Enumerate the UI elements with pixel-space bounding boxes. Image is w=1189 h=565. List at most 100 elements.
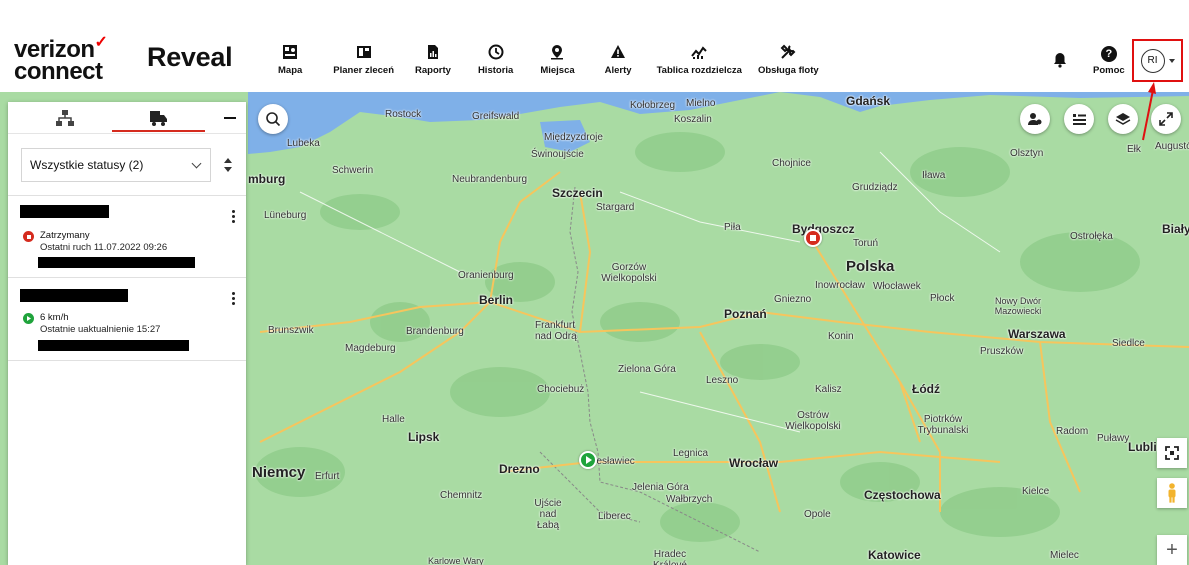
driver-button[interactable] <box>1020 104 1050 134</box>
map-label: Poznań <box>724 307 767 321</box>
vehicle-tab-icon[interactable] <box>148 108 168 128</box>
status-filter-select[interactable]: Wszystkie statusy (2) <box>21 148 211 182</box>
nav-alerts[interactable]: Alerty <box>605 44 632 76</box>
list-item[interactable]: Zatrzymany Ostatni ruch 11.07.2022 09:26 <box>8 196 246 278</box>
chevron-down-icon <box>191 158 202 169</box>
stopped-vehicle-marker[interactable] <box>804 229 822 247</box>
help-button[interactable]: ? Pomoc <box>1093 46 1125 76</box>
map-layers-button[interactable] <box>1108 104 1138 134</box>
map-label: Łódź <box>912 382 940 396</box>
map-label: Chemnitz <box>440 490 483 501</box>
map-label: Ujście nad Łabą <box>534 498 562 531</box>
stopped-status-icon <box>23 231 34 242</box>
dashboard-icon <box>691 46 707 59</box>
app-root: verizon✓ connect Reveal Mapa Planer zlec… <box>0 0 1189 565</box>
map-label: Nowy Dwór Mazowiecki <box>994 296 1042 316</box>
person-pin-icon <box>1028 113 1042 125</box>
user-menu-button[interactable]: RI <box>1132 39 1183 82</box>
map-label: Halle <box>382 414 405 425</box>
recenter-button[interactable] <box>1157 438 1187 468</box>
stop-icon <box>810 235 816 241</box>
map-label: Świnoujście <box>531 149 584 160</box>
map-label: Polska <box>846 258 895 275</box>
map-search-button[interactable] <box>258 104 288 134</box>
map-label: Kielce <box>1022 486 1050 497</box>
status-filter-value: Wszystkie statusy (2) <box>30 158 144 172</box>
map-label: Gorzów Wielkopolski <box>601 262 657 284</box>
nav-history[interactable]: Historia <box>478 44 513 76</box>
map-label: Konin <box>828 331 854 342</box>
nav-reports[interactable]: Raporty <box>415 44 451 76</box>
list-icon <box>1073 114 1086 125</box>
hierarchy-tab-icon[interactable] <box>55 108 75 128</box>
map-label: Olsztyn <box>1010 148 1044 159</box>
nav-places[interactable]: Miejsca <box>540 44 575 76</box>
nav-map[interactable]: Mapa <box>278 44 302 76</box>
vehicle-last-update: Ostatni ruch 11.07.2022 09:26 <box>40 242 168 253</box>
map-label: Rostock <box>385 109 422 120</box>
map-label: Lubli <box>1128 440 1157 454</box>
map-label: Stargard <box>596 202 635 213</box>
street-view-button[interactable] <box>1157 478 1187 508</box>
map-label: Koszalin <box>674 114 712 125</box>
bell-icon[interactable] <box>1052 52 1068 68</box>
logo-vendor2-text: connect <box>14 58 103 85</box>
map-label: Wrocław <box>729 456 779 470</box>
map-label: Opole <box>804 509 831 520</box>
map-label: Jelenia Góra <box>632 482 689 493</box>
history-icon <box>488 44 504 60</box>
map-label: Liberec <box>598 511 631 522</box>
map-label: Ełk <box>1127 144 1141 155</box>
verizon-connect-logo[interactable]: verizon✓ connect <box>14 34 108 84</box>
more-options-icon[interactable] <box>232 292 235 307</box>
main-nav: Mapa Planer zleceń Raporty Historia Miej… <box>270 44 819 78</box>
play-icon <box>586 456 592 464</box>
map-label: Lubeka <box>287 138 320 149</box>
avatar: RI <box>1140 48 1165 73</box>
expand-icon <box>1159 112 1173 126</box>
nav-planner-label: Planer zleceń <box>333 65 395 76</box>
reveal-logo[interactable]: Reveal <box>147 42 233 73</box>
help-label: Pomoc <box>1093 65 1125 76</box>
map-label: Magdeburg <box>345 343 396 354</box>
map-label: Frankfurt nad Odrą <box>535 320 577 342</box>
nav-planner[interactable]: Planer zleceń <box>333 44 394 76</box>
map-label: Augustów <box>1155 141 1189 152</box>
nav-alerts-label: Alerty <box>604 65 632 76</box>
map-label: Piotrków Trybunalski <box>917 414 969 436</box>
moving-vehicle-marker[interactable] <box>579 451 597 469</box>
sort-icon[interactable] <box>224 158 232 172</box>
map-label: Drezno <box>499 462 540 476</box>
map-label: Grudziądz <box>852 182 898 193</box>
nav-dashboard-label: Tablica rozdzielcza <box>656 65 742 76</box>
moving-status-icon <box>23 313 34 324</box>
nav-fleet-service[interactable]: Obsługa floty <box>758 44 819 76</box>
map-label: Chojnice <box>772 158 811 169</box>
map-label: Szczecin <box>552 186 603 200</box>
map-label: Ostrów Wielkopolski <box>785 410 841 432</box>
list-item[interactable]: 6 km/h Ostatnie uaktualnienie 15:27 <box>8 278 246 360</box>
nav-dashboard[interactable]: Tablica rozdzielcza <box>657 44 742 76</box>
check-icon: ✓ <box>94 34 108 51</box>
map-label: Leszno <box>706 375 739 386</box>
more-options-icon[interactable] <box>232 210 235 225</box>
help-icon: ? <box>1100 46 1117 62</box>
places-icon <box>551 45 564 60</box>
map-label: Niemcy <box>252 464 306 481</box>
divider <box>8 360 246 361</box>
fleet-service-icon <box>780 44 796 59</box>
vehicle-status: 6 km/h <box>40 312 69 323</box>
map-label: Warszawa <box>1008 327 1066 341</box>
vehicle-status: Zatrzymany <box>40 230 90 241</box>
nav-fleet-service-label: Obsługa floty <box>757 65 819 76</box>
zoom-in-button[interactable]: + <box>1157 535 1187 565</box>
map-label: Siedlce <box>1112 338 1145 349</box>
map-label: Berlin <box>479 293 514 307</box>
map-label: Puławy <box>1097 433 1130 444</box>
map-label: Brandenburg <box>406 326 464 337</box>
collapse-panel-button[interactable] <box>224 117 236 119</box>
map-label: Biały <box>1162 222 1189 236</box>
layers-icon <box>1115 113 1131 125</box>
legend-button[interactable] <box>1064 104 1094 134</box>
vehicle-panel: Wszystkie statusy (2) Zatrzymany Ostatni… <box>8 102 246 565</box>
